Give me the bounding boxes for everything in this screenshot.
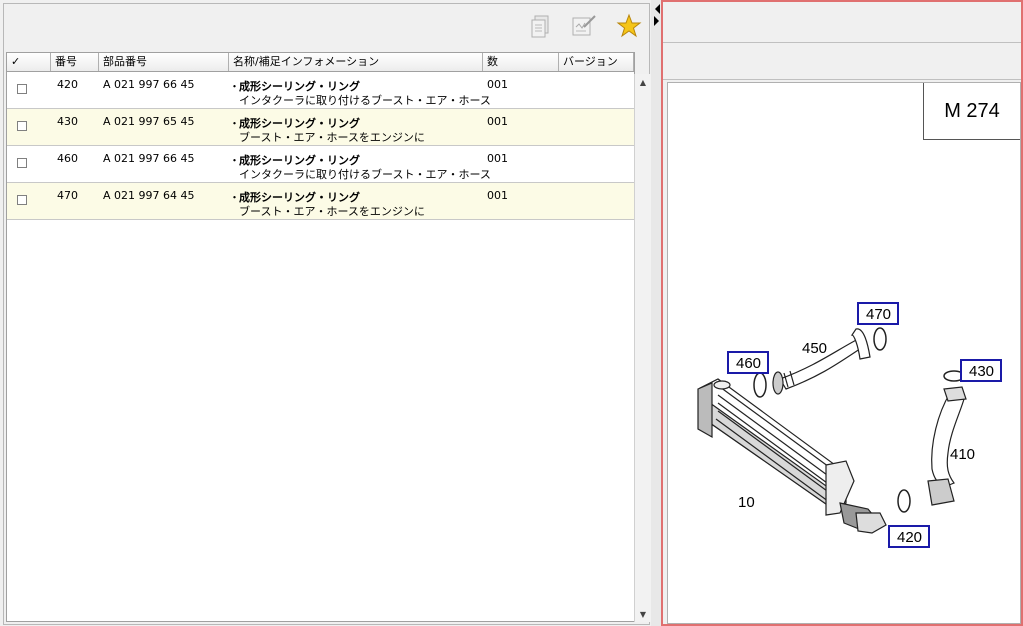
row-no: 420: [57, 78, 78, 91]
header-qty[interactable]: 数: [483, 53, 559, 71]
row-qty: 001: [487, 189, 508, 202]
parts-list-frame: ✓ 番号 部品番号 名称/補足インフォメーション 数 バージョン 420 A 0…: [3, 3, 651, 625]
table-header: ✓ 番号 部品番号 名称/補足インフォメーション 数 バージョン: [7, 53, 634, 72]
row-part-no: A 021 997 66 45: [103, 78, 195, 91]
illustration-canvas[interactable]: M 274 450 410 10 470 460 430 420: [667, 82, 1021, 624]
row-qty: 001: [487, 152, 508, 165]
part-label-410: 410: [950, 446, 975, 463]
illustration-toolbar: [663, 2, 1021, 43]
edit-note-icon[interactable]: [570, 12, 598, 40]
row-checkbox[interactable]: [17, 158, 27, 168]
callout-label-430: 430: [969, 363, 994, 380]
expand-right-icon: [654, 16, 659, 26]
callout-420[interactable]: 420: [888, 525, 930, 548]
row-part-no: A 021 997 66 45: [103, 152, 195, 165]
seal-ring-420: [897, 489, 911, 513]
row-part-no: A 021 997 64 45: [103, 189, 195, 202]
illustration-pane: M 274 450 410 10 470 460 430 420: [661, 0, 1023, 626]
illustration-subbar: [663, 43, 1021, 80]
callout-label-470: 470: [866, 306, 891, 323]
row-qty: 001: [487, 78, 508, 91]
parts-list-pane: ✓ 番号 部品番号 名称/補足インフォメーション 数 バージョン 420 A 0…: [0, 0, 651, 626]
header-name[interactable]: 名称/補足インフォメーション: [229, 53, 483, 71]
print-icon[interactable]: [528, 12, 556, 40]
seal-ring-470: [873, 327, 887, 351]
table-row[interactable]: 460 A 021 997 66 45 ・ 成形シーリング・リング インタクーラ…: [7, 146, 634, 183]
row-checkbox[interactable]: [17, 121, 27, 131]
callout-label-420: 420: [897, 529, 922, 546]
table-row[interactable]: 470 A 021 997 64 45 ・ 成形シーリング・リング ブースト・エ…: [7, 183, 634, 220]
toolbar: [4, 4, 649, 50]
row-info: インタクーラに取り付けるブースト・エア・ホース: [239, 168, 491, 181]
exploded-parts-drawing: 450 410 10 470 460 430 420: [697, 302, 1002, 548]
intercooler-drawing: [697, 378, 887, 534]
row-checkbox[interactable]: [17, 84, 27, 94]
part-label-450: 450: [802, 340, 827, 357]
row-info: ブースト・エア・ホースをエンジンに: [239, 131, 425, 144]
row-qty: 001: [487, 115, 508, 128]
header-no[interactable]: 番号: [51, 53, 99, 71]
hose-450-drawing: [772, 328, 871, 395]
table-row[interactable]: 420 A 021 997 66 45 ・ 成形シーリング・リング インタクーラ…: [7, 72, 634, 109]
seal-ring-460: [753, 372, 767, 398]
scroll-down-icon[interactable]: ▼: [635, 606, 651, 622]
callout-460[interactable]: 460: [727, 351, 769, 374]
collapse-left-icon: [655, 4, 660, 14]
row-no: 460: [57, 152, 78, 165]
row-no: 470: [57, 189, 78, 202]
table-row[interactable]: 430 A 021 997 65 45 ・ 成形シーリング・リング ブースト・エ…: [7, 109, 634, 146]
callout-430[interactable]: 430: [960, 359, 1002, 382]
header-version[interactable]: バージョン: [559, 53, 634, 71]
row-part-no: A 021 997 65 45: [103, 115, 195, 128]
callout-label-460: 460: [736, 355, 761, 372]
row-info: ブースト・エア・ホースをエンジンに: [239, 205, 425, 218]
part-label-10: 10: [738, 494, 755, 511]
scroll-up-icon[interactable]: ▲: [635, 74, 651, 90]
row-no: 430: [57, 115, 78, 128]
vertical-scrollbar[interactable]: ▲ ▼: [634, 74, 651, 622]
favorite-star-icon[interactable]: [615, 12, 643, 40]
row-checkbox[interactable]: [17, 195, 27, 205]
pane-splitter[interactable]: [651, 0, 661, 626]
parts-table: ✓ 番号 部品番号 名称/補足インフォメーション 数 バージョン 420 A 0…: [6, 52, 635, 622]
callout-470[interactable]: 470: [857, 302, 899, 325]
header-check[interactable]: ✓: [7, 53, 51, 71]
row-info: インタクーラに取り付けるブースト・エア・ホース: [239, 94, 491, 107]
header-part-no[interactable]: 部品番号: [99, 53, 229, 71]
